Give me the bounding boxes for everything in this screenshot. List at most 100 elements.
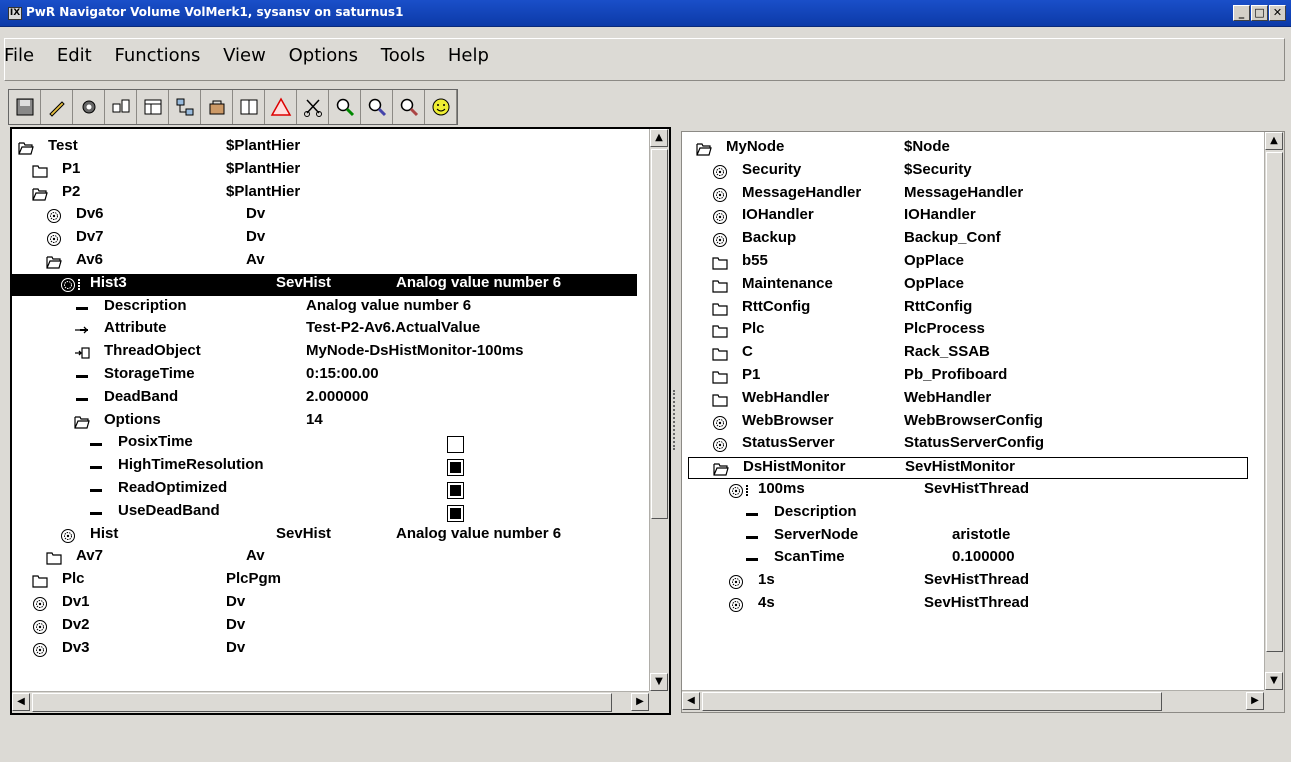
right-tree-row[interactable]: ServerNode aristotle (688, 526, 1248, 548)
checkbox[interactable] (447, 504, 464, 522)
scroll-thumb[interactable] (32, 693, 612, 712)
left-tree-row[interactable]: Dv1 Dv (12, 593, 637, 615)
warning-tool-button[interactable] (265, 90, 297, 124)
menu-help[interactable]: Help (448, 45, 489, 66)
left-tree-row[interactable]: PosixTime (12, 433, 637, 455)
left-tree-row[interactable]: Dv2 Dv (12, 616, 637, 638)
scroll-left-button[interactable]: ◀ (12, 693, 30, 711)
checkbox[interactable] (447, 459, 464, 477)
left-tree-row[interactable]: Hist SevHist Analog value number 6 (12, 525, 637, 547)
row-name: UseDeadBand (118, 501, 220, 519)
scroll-corner (649, 691, 669, 713)
checkbox[interactable] (447, 482, 464, 499)
minimize-button[interactable]: _ (1233, 5, 1250, 21)
pane-splitter[interactable] (673, 390, 677, 450)
left-tree-row[interactable]: DeadBand 2.000000 (12, 388, 637, 410)
row-class: Dv (246, 205, 266, 223)
window-tool-button[interactable] (137, 90, 169, 124)
scroll-down-button[interactable]: ▼ (1265, 672, 1283, 690)
box-tool-button[interactable] (201, 90, 233, 124)
scroll-thumb[interactable] (1266, 152, 1283, 652)
right-tree-row[interactable]: Security $Security (688, 161, 1248, 183)
right-navigator-pane[interactable]: MyNode $Node Security $Security MessageHandl… (681, 131, 1285, 713)
right-tree-row[interactable]: RttConfig RttConfig (688, 298, 1248, 320)
edit-pen-tool-button[interactable] (41, 90, 73, 124)
save-tool-button[interactable] (9, 90, 41, 124)
right-tree-row[interactable]: b55 OpPlace (688, 252, 1248, 274)
right-tree-row[interactable]: MessageHandler MessageHandler (688, 184, 1248, 206)
menu-view[interactable]: View (223, 45, 266, 66)
right-tree-row[interactable]: ScanTime 0.100000 (688, 548, 1248, 570)
scroll-left-button[interactable]: ◀ (682, 692, 700, 710)
left-tree-row[interactable]: Dv7 Dv (12, 228, 637, 250)
right-tree-row[interactable]: Backup Backup_Conf (688, 229, 1248, 251)
left-tree-row[interactable]: Options 14 (12, 411, 637, 433)
right-tree-row[interactable]: MyNode $Node (688, 138, 1248, 160)
left-tree-row[interactable]: ReadOptimized (12, 479, 637, 501)
row-name: RttConfig (742, 297, 811, 315)
left-navigator-pane[interactable]: Test $PlantHier P1 $PlantHier P2 $PlantHier Dv… (10, 127, 671, 715)
left-tree-row[interactable]: Attribute Test-P2-Av6.ActualValue (12, 319, 637, 341)
tree-tool-button[interactable] (169, 90, 201, 124)
scroll-down-button[interactable]: ▼ (650, 673, 668, 691)
right-tree-row[interactable]: WebHandler WebHandler (688, 389, 1248, 411)
close-button[interactable]: ✕ (1269, 5, 1286, 21)
menu-edit[interactable]: Edit (57, 45, 92, 66)
split-tool-button[interactable] (233, 90, 265, 124)
maximize-button[interactable]: □ (1251, 5, 1268, 21)
object-icon (712, 437, 728, 453)
scroll-right-button[interactable]: ▶ (1246, 692, 1264, 710)
gear-tool-button[interactable] (73, 90, 105, 124)
menu-functions[interactable]: Functions (114, 45, 200, 66)
left-tree-row[interactable]: Av7 Av (12, 547, 637, 569)
menu-tools[interactable]: Tools (381, 45, 425, 66)
window-title: PwR Navigator Volume VolMerk1, sysansv o… (26, 5, 404, 19)
attr-icon (744, 551, 760, 567)
left-tree-row[interactable]: P1 $PlantHier (12, 160, 637, 182)
search-tool-button[interactable] (329, 90, 361, 124)
right-tree-row[interactable]: 100ms SevHistThread (688, 480, 1248, 502)
search-plant-tool-button[interactable] (393, 90, 425, 124)
scroll-right-button[interactable]: ▶ (631, 693, 649, 711)
scroll-thumb[interactable] (651, 149, 668, 519)
left-tree-row[interactable]: ThreadObject MyNode-DsHistMonitor-100ms (12, 342, 637, 364)
right-horizontal-scrollbar[interactable]: ◀ ▶ (682, 690, 1264, 712)
left-tree-row[interactable]: Dv6 Dv (12, 205, 637, 227)
scissors-tool-button[interactable] (297, 90, 329, 124)
left-tree-row[interactable]: Hist3 SevHist Analog value number 6 (12, 273, 637, 296)
left-tree-row[interactable]: Description Analog value number 6 (12, 297, 637, 319)
attr-icon (74, 300, 90, 316)
left-tree-row[interactable]: Av6 Av (12, 251, 637, 273)
left-vertical-scrollbar[interactable]: ▲ ▼ (649, 129, 669, 691)
right-vertical-scrollbar[interactable]: ▲ ▼ (1264, 132, 1284, 690)
checkbox[interactable] (447, 436, 464, 454)
left-tree-row[interactable]: Test $PlantHier (12, 137, 637, 159)
left-tree-row[interactable]: UseDeadBand (12, 502, 637, 524)
left-tree-row[interactable]: Plc PlcPgm (12, 570, 637, 592)
window-icon (144, 99, 161, 115)
right-tree-row[interactable]: IOHandler IOHandler (688, 206, 1248, 228)
menu-file[interactable]: File (4, 45, 34, 66)
left-horizontal-scrollbar[interactable]: ◀ ▶ (12, 691, 649, 713)
scroll-thumb[interactable] (702, 692, 1162, 711)
right-tree-row[interactable]: Maintenance OpPlace (688, 275, 1248, 297)
right-tree-row[interactable]: 1s SevHistThread (688, 571, 1248, 593)
right-tree-row[interactable]: WebBrowser WebBrowserConfig (688, 412, 1248, 434)
right-tree-row[interactable]: 4s SevHistThread (688, 594, 1248, 616)
left-tree-row[interactable]: StorageTime 0:15:00.00 (12, 365, 637, 387)
class-tool-button[interactable] (105, 90, 137, 124)
left-tree-row[interactable]: HighTimeResolution (12, 456, 637, 478)
smiley-tool-button[interactable] (425, 90, 457, 124)
right-tree-row[interactable]: Plc PlcProcess (688, 320, 1248, 342)
left-tree-row[interactable]: P2 $PlantHier (12, 183, 637, 205)
search-next-tool-button[interactable] (361, 90, 393, 124)
right-tree-row[interactable]: P1 Pb_Profiboard (688, 366, 1248, 388)
right-tree-row[interactable]: Description (688, 503, 1248, 525)
right-tree-row[interactable]: StatusServer StatusServerConfig (688, 434, 1248, 456)
right-tree-row[interactable]: DsHistMonitor SevHistMonitor (688, 457, 1248, 480)
right-tree-row[interactable]: C Rack_SSAB (688, 343, 1248, 365)
menu-options[interactable]: Options (289, 45, 358, 66)
scroll-up-button[interactable]: ▲ (650, 129, 668, 147)
scroll-up-button[interactable]: ▲ (1265, 132, 1283, 150)
left-tree-row[interactable]: Dv3 Dv (12, 639, 637, 661)
